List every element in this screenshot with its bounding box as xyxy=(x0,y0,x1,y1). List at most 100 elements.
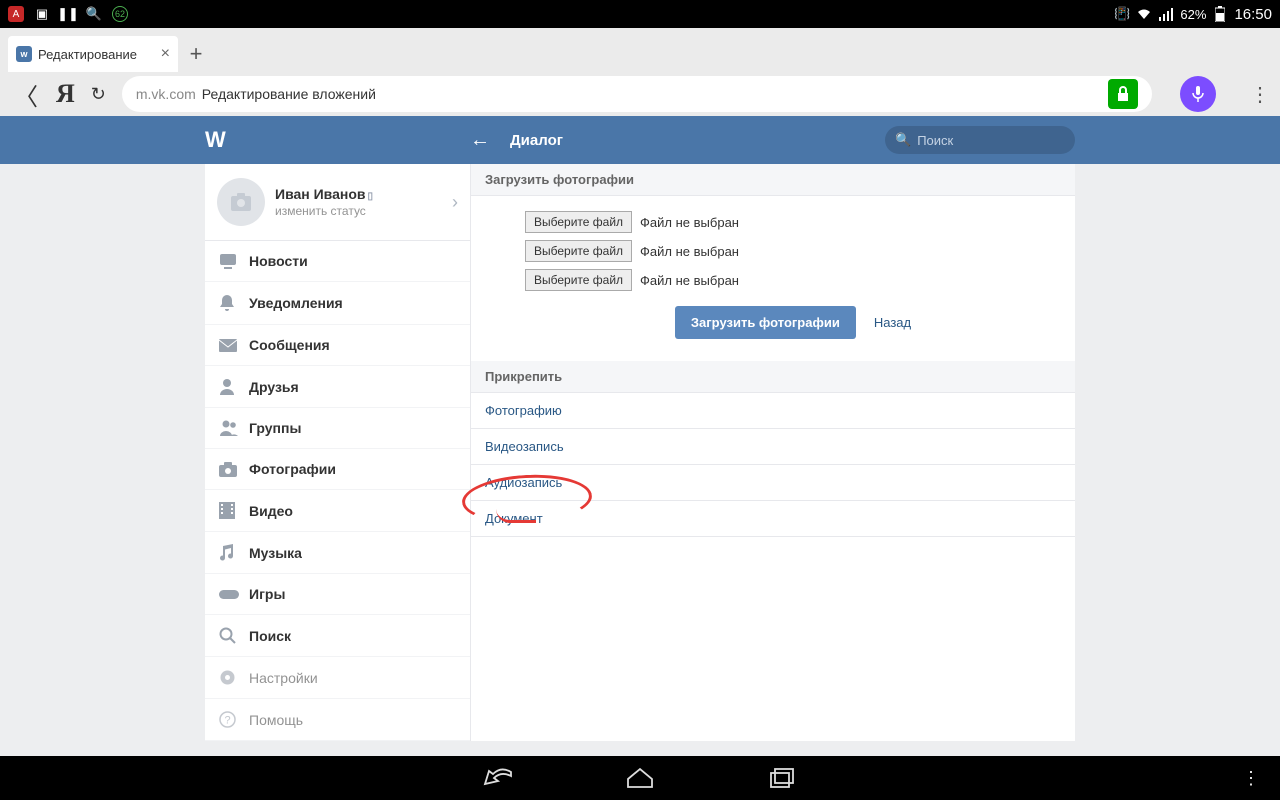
nav-home-button[interactable] xyxy=(624,762,656,794)
sidebar-item-games[interactable]: Игры xyxy=(205,574,470,615)
camera-icon xyxy=(219,462,249,477)
search-status-icon: 🔍 xyxy=(86,6,102,22)
tab-title: Редактирование xyxy=(38,47,157,62)
sidebar-item-label: Видео xyxy=(249,503,293,519)
android-status-bar: А ▣ ❚❚ 🔍 62 📳 62% 16:50 xyxy=(0,0,1280,28)
choose-file-button[interactable]: Выберите файл xyxy=(525,240,632,262)
sidebar-item-search[interactable]: Поиск xyxy=(205,615,470,657)
vk-header: W ← Диалог 🔍 Поиск xyxy=(0,116,1280,164)
sidebar-item-label: Фотографии xyxy=(249,461,336,477)
vk-page-title: Диалог xyxy=(510,132,563,149)
file-status: Файл не выбран xyxy=(640,273,739,288)
browser-chrome: w Редактирование × + 〈 Я ↻ m.vk.com Реда… xyxy=(0,28,1280,116)
sidebar-item-photos[interactable]: Фотографии xyxy=(205,449,470,490)
bell-icon xyxy=(219,294,249,312)
music-icon xyxy=(219,544,249,561)
sidebar-item-help[interactable]: ? Помощь xyxy=(205,699,470,741)
sidebar-item-video[interactable]: Видео xyxy=(205,490,470,532)
sidebar-item-label: Друзья xyxy=(249,379,299,395)
sidebar-item-messages[interactable]: Сообщения xyxy=(205,325,470,366)
attach-document[interactable]: Документ xyxy=(471,501,1075,537)
sidebar-item-friends[interactable]: Друзья xyxy=(205,366,470,408)
signal-icon xyxy=(1158,6,1174,22)
nav-recent-button[interactable] xyxy=(766,762,798,794)
wifi-icon xyxy=(1136,6,1152,22)
app-badge-icon: А xyxy=(8,6,24,22)
file-row-3: Выберите файл Файл не выбран xyxy=(525,269,1061,291)
attach-audio[interactable]: Аудиозапись xyxy=(471,465,1075,501)
close-tab-icon[interactable]: × xyxy=(161,45,170,63)
search-icon: 🔍 xyxy=(895,132,911,148)
browser-tab[interactable]: w Редактирование × xyxy=(8,36,178,72)
chevron-right-icon: › xyxy=(452,192,458,213)
sidebar-item-label: Уведомления xyxy=(249,295,343,311)
url-domain: m.vk.com xyxy=(136,86,196,102)
sidebar: Иван Иванов▯ изменить статус › Новости У… xyxy=(205,164,470,741)
clock: 16:50 xyxy=(1234,6,1272,23)
choose-file-button[interactable]: Выберите файл xyxy=(525,211,632,233)
avatar xyxy=(217,178,265,226)
upload-heading: Загрузить фотографии xyxy=(471,164,1075,196)
yandex-logo[interactable]: Я xyxy=(56,79,75,109)
back-link[interactable]: Назад xyxy=(874,315,911,330)
image-icon: ▣ xyxy=(34,6,50,22)
nav-back-button[interactable] xyxy=(482,762,514,794)
device-icon: ▯ xyxy=(368,191,374,202)
battery-badge-icon: 62 xyxy=(112,6,128,22)
vk-search-input[interactable]: 🔍 Поиск xyxy=(885,126,1075,154)
attach-video[interactable]: Видеозапись xyxy=(471,429,1075,465)
vk-favicon-icon: w xyxy=(16,46,32,62)
vibrate-icon: 📳 xyxy=(1114,6,1130,22)
profile-name: Иван Иванов▯ xyxy=(275,186,452,202)
sidebar-item-label: Игры xyxy=(249,586,285,602)
attach-photo[interactable]: Фотографию xyxy=(471,393,1075,429)
upload-submit-button[interactable]: Загрузить фотографии xyxy=(675,306,856,339)
sidebar-item-label: Помощь xyxy=(249,712,303,728)
back-button[interactable]: 〈 xyxy=(12,77,40,112)
file-row-2: Выберите файл Файл не выбран xyxy=(525,240,1061,262)
sidebar-item-groups[interactable]: Группы xyxy=(205,408,470,449)
sidebar-item-notifications[interactable]: Уведомления xyxy=(205,282,470,325)
sidebar-item-label: Музыка xyxy=(249,545,302,561)
svg-text:?: ? xyxy=(224,715,230,727)
profile-status[interactable]: изменить статус xyxy=(275,204,452,218)
profile-box[interactable]: Иван Иванов▯ изменить статус › xyxy=(205,164,470,241)
file-status: Файл не выбран xyxy=(640,244,739,259)
nav-menu-button[interactable] xyxy=(1242,768,1260,789)
help-icon: ? xyxy=(219,711,249,728)
news-icon xyxy=(219,253,249,269)
sidebar-item-label: Поиск xyxy=(249,628,291,644)
sidebar-item-news[interactable]: Новости xyxy=(205,241,470,282)
users-icon xyxy=(219,420,249,436)
sidebar-item-label: Настройки xyxy=(249,670,318,686)
browser-menu-button[interactable] xyxy=(1250,82,1268,107)
battery-icon xyxy=(1212,6,1228,22)
gamepad-icon xyxy=(219,588,249,601)
file-row-1: Выберите файл Файл не выбран xyxy=(525,211,1061,233)
sidebar-item-music[interactable]: Музыка xyxy=(205,532,470,574)
user-icon xyxy=(219,378,249,395)
pause-icon: ❚❚ xyxy=(60,6,76,22)
search-menu-icon xyxy=(219,627,249,644)
url-title: Редактирование вложений xyxy=(202,86,1100,102)
attach-heading: Прикрепить xyxy=(471,361,1075,393)
address-bar[interactable]: m.vk.com Редактирование вложений xyxy=(122,76,1152,112)
vk-back-button[interactable]: ← xyxy=(470,129,490,152)
lock-icon xyxy=(1108,79,1138,109)
gear-icon xyxy=(219,669,249,686)
search-placeholder: Поиск xyxy=(917,133,953,148)
new-tab-button[interactable]: + xyxy=(178,36,214,72)
sidebar-item-label: Сообщения xyxy=(249,337,330,353)
sidebar-item-label: Новости xyxy=(249,253,308,269)
choose-file-button[interactable]: Выберите файл xyxy=(525,269,632,291)
sidebar-item-settings[interactable]: Настройки xyxy=(205,657,470,699)
android-nav-bar xyxy=(0,756,1280,800)
vk-logo-icon[interactable]: W xyxy=(205,127,225,153)
envelope-icon xyxy=(219,339,249,352)
battery-text: 62% xyxy=(1180,7,1206,22)
vk-page: W ← Диалог 🔍 Поиск Иван Иванов▯ изменить… xyxy=(0,116,1280,756)
reload-button[interactable]: ↻ xyxy=(91,84,106,105)
voice-search-button[interactable] xyxy=(1180,76,1216,112)
file-status: Файл не выбран xyxy=(640,215,739,230)
sidebar-item-label: Группы xyxy=(249,420,301,436)
